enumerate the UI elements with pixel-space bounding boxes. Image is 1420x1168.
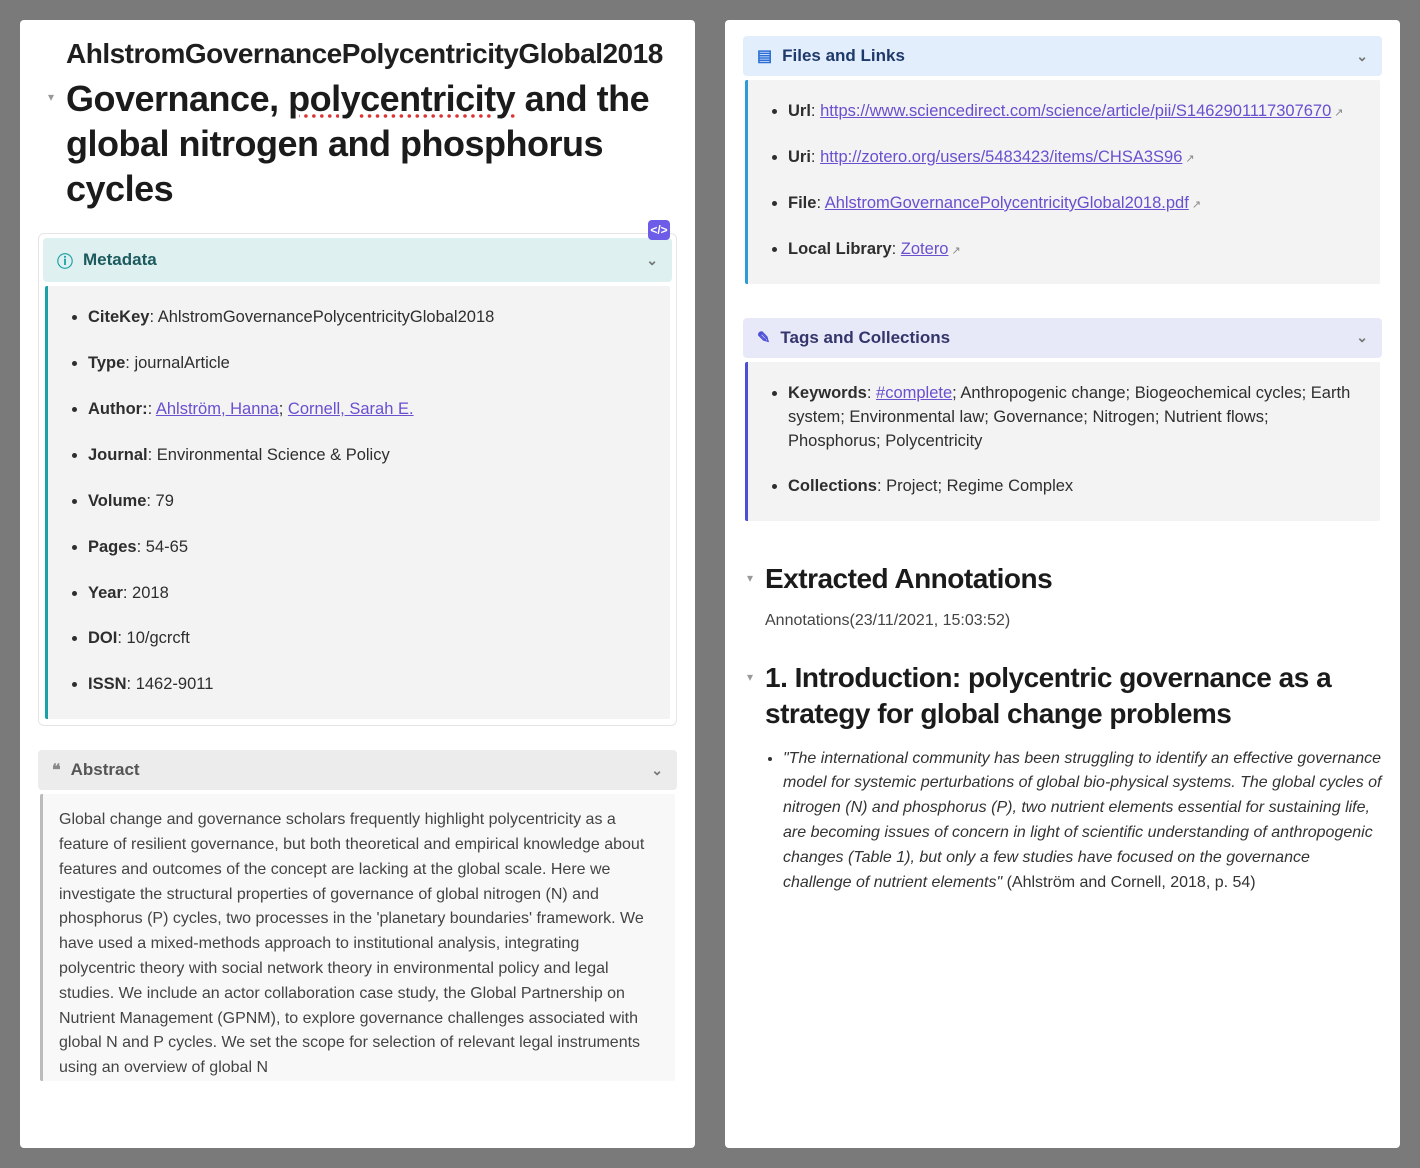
uri-link[interactable]: http://zotero.org/users/5483423/items/CH… (820, 148, 1195, 166)
callout-abstract-header[interactable]: ❝ Abstract ⌄ (38, 750, 677, 790)
right-pane: ▤ Files and Links ⌄ Url: https://www.sci… (725, 20, 1400, 1148)
quote-icon: ❝ (52, 760, 61, 780)
left-pane: AhlstromGovernancePolycentricityGlobal20… (20, 20, 695, 1148)
note-icon: ▤ (757, 46, 772, 66)
annotation-quote-list: "The international community has been st… (743, 747, 1382, 896)
author-link-1[interactable]: Ahlström, Hanna (156, 400, 279, 418)
chevron-down-icon: ⌄ (1356, 48, 1368, 65)
tag-link[interactable]: #complete (876, 384, 952, 402)
callout-metadata: </> ⓘ Metadata ⌄ CiteKey: AhlstromGovern… (38, 233, 677, 726)
files-list: Url: https://www.sciencedirect.com/scien… (766, 100, 1362, 262)
callout-files-header[interactable]: ▤ Files and Links ⌄ (743, 36, 1382, 76)
callout-title: Files and Links (782, 46, 905, 66)
callout-tags: ✎ Tags and Collections ⌄ Keywords: #comp… (743, 318, 1382, 522)
pencil-icon: ✎ (757, 328, 770, 348)
abstract-text: Global change and governance scholars fr… (59, 808, 659, 1081)
heading-introduction: 1. Introduction: polycentric governance … (765, 660, 1382, 733)
chevron-down-icon: ⌄ (651, 762, 663, 779)
annotation-quote: "The international community has been st… (783, 747, 1382, 896)
page-title: Governance, polycentricity and the globa… (66, 76, 677, 211)
metadata-list: CiteKey: AhlstromGovernancePolycentricit… (66, 306, 652, 697)
code-block-icon[interactable]: </> (648, 220, 670, 240)
breadcrumb: AhlstromGovernancePolycentricityGlobal20… (38, 30, 677, 72)
url-link[interactable]: https://www.sciencedirect.com/science/ar… (820, 102, 1343, 120)
callout-tags-header[interactable]: ✎ Tags and Collections ⌄ (743, 318, 1382, 358)
author-link-2[interactable]: Cornell, Sarah E. (288, 400, 414, 418)
fold-caret-icon[interactable]: ▾ (747, 670, 753, 684)
callout-abstract: ❝ Abstract ⌄ Global change and governanc… (38, 750, 677, 1081)
local-library-link[interactable]: Zotero (901, 240, 961, 258)
chevron-down-icon: ⌄ (1356, 329, 1368, 346)
info-icon: ⓘ (57, 248, 73, 272)
fold-caret-icon[interactable]: ▾ (747, 571, 753, 585)
tags-list: Keywords: #complete; Anthropogenic chang… (766, 382, 1362, 500)
callout-title: Tags and Collections (780, 328, 950, 348)
annotations-timestamp: Annotations(23/11/2021, 15:03:52) (765, 612, 1382, 630)
callout-metadata-header[interactable]: ⓘ Metadata ⌄ (43, 238, 672, 282)
heading-extracted-annotations: Extracted Annotations (765, 561, 1382, 597)
callout-title: Abstract (71, 760, 140, 780)
fold-caret-icon[interactable]: ▾ (48, 90, 54, 104)
chevron-down-icon: ⌄ (646, 252, 658, 269)
callout-title: Metadata (83, 250, 157, 270)
callout-files: ▤ Files and Links ⌄ Url: https://www.sci… (743, 36, 1382, 284)
file-link[interactable]: AhlstromGovernancePolycentricityGlobal20… (825, 194, 1201, 212)
